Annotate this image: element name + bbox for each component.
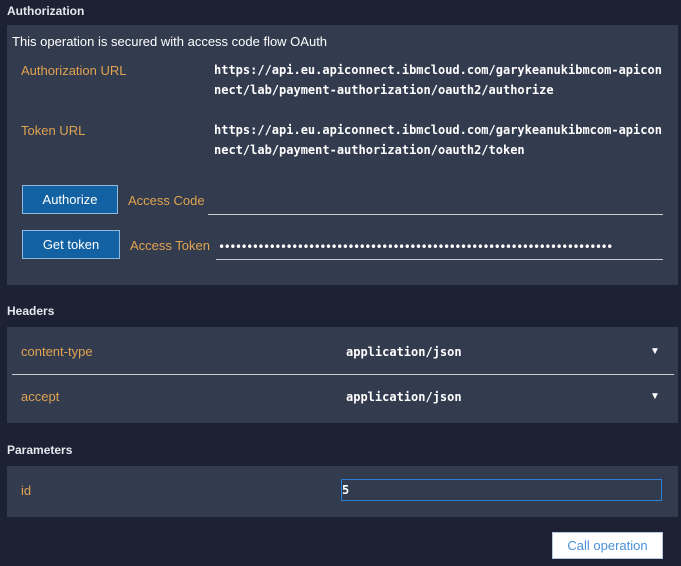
- authorization-title: Authorization: [7, 4, 85, 18]
- chevron-down-icon[interactable]: ▼: [650, 346, 660, 357]
- access-token-input[interactable]: ••••••••••••••••••••••••••••••••••••••••…: [216, 239, 663, 260]
- access-token-label: Access Token: [130, 238, 210, 253]
- token-url-label: Token URL: [21, 123, 86, 138]
- get-token-button[interactable]: Get token: [22, 230, 120, 259]
- parameters-title: Parameters: [7, 443, 73, 457]
- authorization-url-label: Authorization URL: [21, 63, 127, 78]
- access-code-input[interactable]: [208, 194, 663, 215]
- token-url-line2: nect/lab/payment-authorization/oauth2/to…: [214, 143, 525, 157]
- header-value-select[interactable]: application/json: [346, 345, 462, 359]
- header-value-select[interactable]: application/json: [346, 390, 462, 404]
- chevron-down-icon[interactable]: ▼: [650, 391, 660, 402]
- access-token-masked-value: ••••••••••••••••••••••••••••••••••••••••…: [218, 240, 613, 254]
- header-row-accept[interactable]: accept application/json ▼: [7, 375, 678, 419]
- authorization-panel: This operation is secured with access co…: [7, 25, 678, 285]
- authorization-url-line2: nect/lab/payment-authorization/oauth2/au…: [214, 83, 554, 97]
- parameters-panel: id 5: [7, 466, 678, 517]
- header-name: accept: [21, 389, 60, 404]
- id-param-input[interactable]: 5: [341, 479, 662, 501]
- access-code-label: Access Code: [128, 193, 205, 208]
- id-param-label: id: [21, 483, 32, 498]
- header-name: content-type: [21, 344, 93, 359]
- auth-intro-text: This operation is secured with access co…: [12, 34, 328, 49]
- call-operation-button[interactable]: Call operation: [552, 532, 663, 559]
- authorize-button[interactable]: Authorize: [22, 185, 118, 214]
- header-row-content-type[interactable]: content-type application/json ▼: [7, 327, 678, 371]
- headers-title: Headers: [7, 304, 55, 318]
- token-url-line1: https://api.eu.apiconnect.ibmcloud.com/g…: [214, 123, 662, 137]
- headers-panel: content-type application/json ▼ accept a…: [7, 327, 678, 423]
- authorization-url-line1: https://api.eu.apiconnect.ibmcloud.com/g…: [214, 63, 662, 77]
